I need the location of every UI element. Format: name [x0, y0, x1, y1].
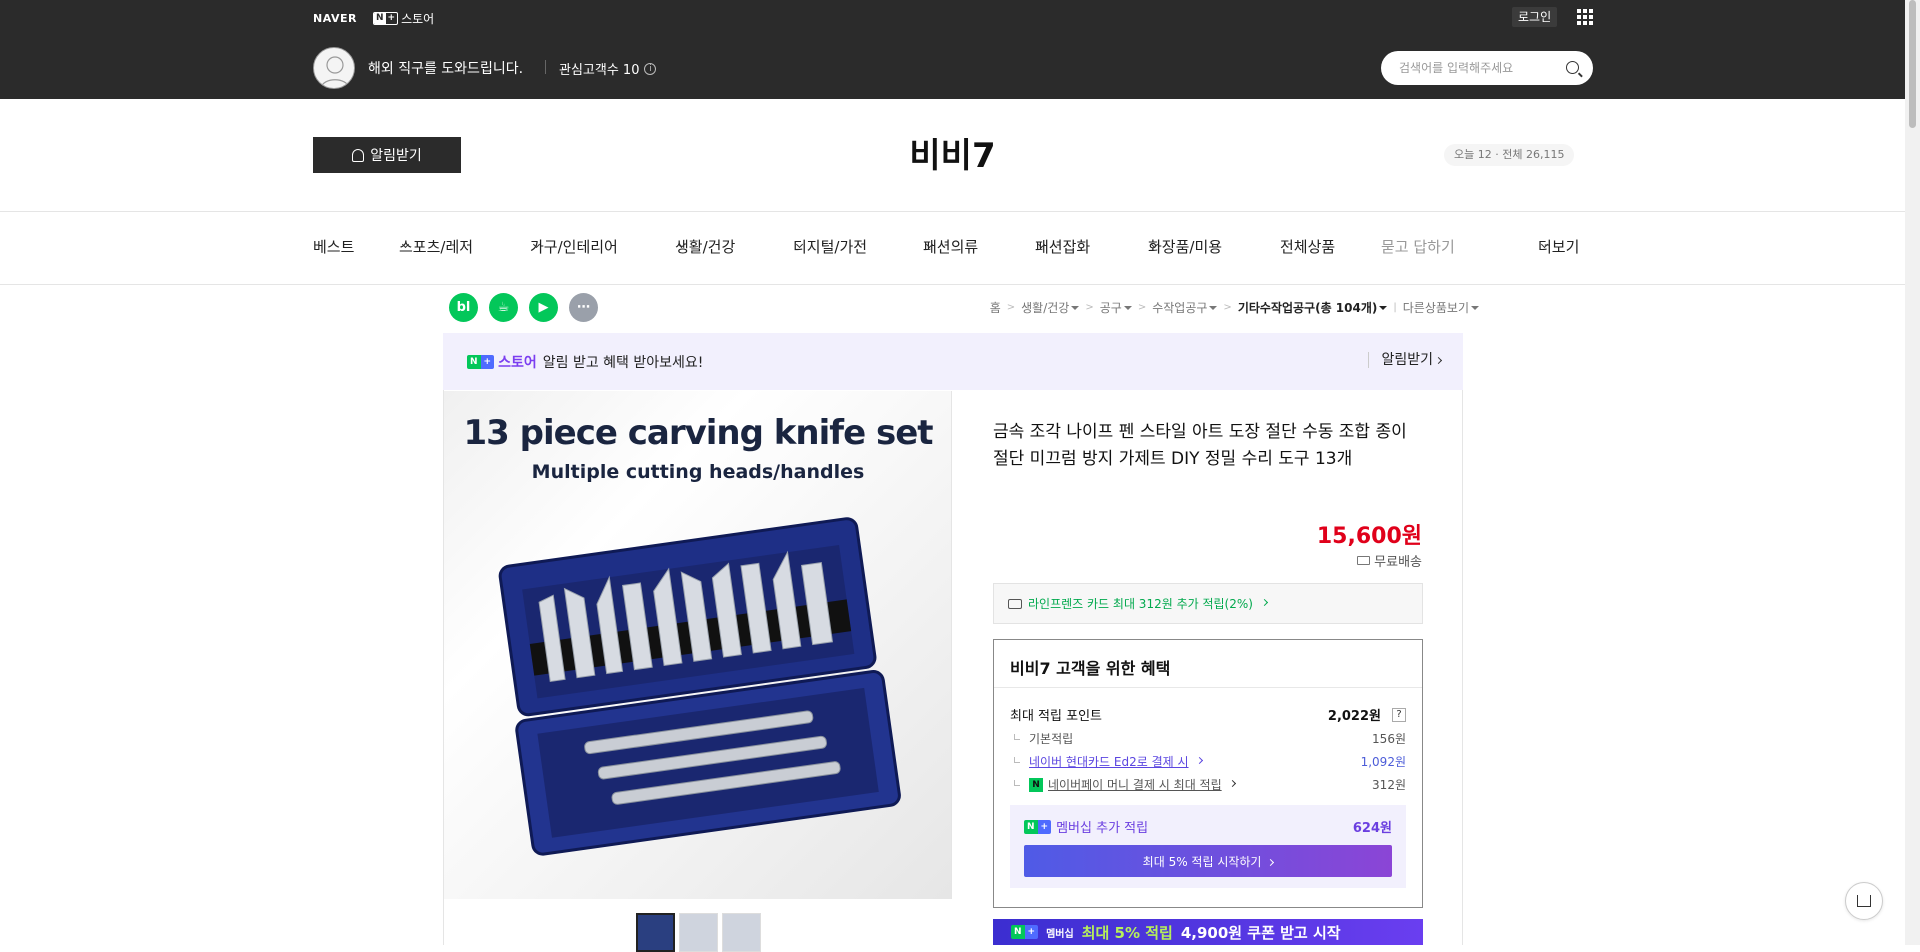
nav-item-living[interactable]: 생활/건강	[675, 236, 735, 256]
top-bar: NAVER N + 스토어 로그인 해외 직구를 도와드립니다. 관심고객수 10…	[0, 0, 1905, 99]
divider	[545, 60, 546, 74]
membership-section: N + 멤버십 추가 적립 624원 최대 5% 적립 시작하기	[1010, 805, 1406, 888]
store-alert-banner: N + 스토어 알림 받고 혜택 받아보세요! 알림받기	[443, 333, 1463, 390]
cafe-icon[interactable]: ☕	[489, 293, 518, 322]
product-price: 15,600원	[1316, 524, 1422, 549]
login-button[interactable]: 로그인	[1512, 7, 1558, 27]
help-icon[interactable]: ?	[1392, 707, 1406, 722]
scrollbar[interactable]	[1905, 0, 1920, 945]
visit-counter: 오늘 12 · 전체 26,115	[1444, 144, 1575, 166]
basic-points-row: 기본적립 156원	[1010, 730, 1406, 747]
info-icon[interactable]: i	[644, 62, 657, 75]
card-link[interactable]: 네이버 현대카드 Ed2로 결제 시	[1029, 753, 1189, 770]
banner-store-label: 스토어	[498, 354, 537, 371]
search-icon[interactable]	[1566, 61, 1579, 74]
nav-item-qna[interactable]: 묻고 답하기	[1381, 236, 1455, 257]
other-products-link[interactable]: 다른상품보기	[1403, 299, 1479, 316]
product-main-image[interactable]: 13 piece carving knife set Multiple cutt…	[444, 391, 952, 899]
nav-item-fashion-clothes[interactable]: 패션의류	[923, 236, 978, 256]
nplus-badge-icon: N +	[1024, 819, 1052, 834]
share-icon	[1857, 895, 1871, 907]
scrollbar-thumb[interactable]	[1909, 0, 1916, 128]
caret-down-icon	[1123, 306, 1132, 310]
store-avatar[interactable]	[313, 47, 355, 89]
truck-icon	[1357, 556, 1371, 565]
npay-icon: N	[1029, 777, 1043, 792]
more-icon[interactable]: ⋯	[569, 293, 598, 322]
header-divider	[0, 211, 1905, 212]
thumbnail[interactable]	[636, 913, 675, 952]
nav-item-sports[interactable]: 스포츠/레저	[399, 236, 473, 256]
knife-case-illustration	[498, 517, 901, 856]
chevron-right-icon	[1228, 779, 1236, 788]
apps-grid-icon[interactable]	[1577, 9, 1593, 25]
search-input[interactable]	[1399, 59, 1559, 77]
card-promo[interactable]: 라인프렌즈 카드 최대 312원 추가 적립(2%)	[993, 583, 1423, 624]
caret-down-icon	[1471, 306, 1479, 310]
share-button[interactable]	[1845, 882, 1883, 920]
followers-count: 관심고객수 10 i	[559, 59, 657, 78]
caret-down-icon	[1379, 306, 1388, 310]
brand-row: NAVER N + 스토어	[313, 10, 434, 27]
store-name[interactable]: 비비7	[0, 128, 1905, 177]
nav-divider	[0, 284, 1905, 285]
nav-item-more[interactable]: 더보기	[1538, 236, 1579, 256]
breadcrumb-item[interactable]: 생활/건강	[1021, 299, 1080, 316]
card-points-row: 네이버 현대카드 Ed2로 결제 시 1,092원	[1010, 753, 1406, 770]
breadcrumb-home[interactable]: 홈	[990, 299, 1001, 316]
talk-icon[interactable]: ▶	[529, 293, 558, 322]
search-box	[1381, 51, 1593, 85]
store-label: 스토어	[401, 12, 435, 26]
membership-start-button[interactable]: 최대 5% 적립 시작하기	[1024, 845, 1392, 877]
banner-alert-link[interactable]: 알림받기	[1368, 352, 1443, 368]
thumbnail[interactable]	[679, 913, 718, 952]
nplus-badge-icon: N +	[372, 12, 399, 25]
pay-points-row: N 네이버페이 머니 결제 시 최대 적립 312원	[1010, 776, 1406, 793]
nav-item-furniture[interactable]: 가구/인테리어	[530, 236, 618, 256]
product-title: 금속 조각 나이프 펜 스타일 아트 도장 절단 수동 조합 종이 절단 미끄럼…	[993, 422, 1407, 469]
chevron-right-icon	[1434, 356, 1443, 365]
thumbnail-strip	[636, 913, 761, 952]
nav-item-all[interactable]: 전체상품	[1280, 236, 1335, 257]
nplus-badge-icon: N +	[467, 354, 495, 369]
max-points-row: 최대 적립 포인트 2,022원?	[1010, 705, 1406, 724]
store-tagline: 해외 직구를 도와드립니다.	[368, 61, 524, 77]
naver-plus-store-logo[interactable]: N + 스토어	[372, 10, 435, 27]
banner-text: 알림 받고 혜택 받아보세요!	[542, 354, 704, 371]
membership-coupon-banner[interactable]: N + 멤버십 최대 5% 적립 4,900원 쿠폰 받고 시작	[993, 919, 1423, 945]
breadcrumb-item[interactable]: 공구	[1100, 299, 1132, 316]
credit-card-icon	[1008, 598, 1022, 609]
breadcrumb: 홈 > 생활/건강 > 공구 > 수작업공구 > 기타수작업공구(총 104개)…	[990, 299, 1479, 316]
nav-item-digital[interactable]: 디지털/가전	[793, 236, 867, 256]
blog-icon[interactable]: bl	[449, 293, 478, 322]
breadcrumb-current[interactable]: 기타수작업공구(총 104개)	[1238, 299, 1388, 316]
caret-down-icon	[1071, 306, 1080, 310]
benefit-title: 비비7 고객을 위한 혜택	[1010, 659, 1171, 678]
nplus-badge-icon: N +	[1011, 925, 1039, 939]
caret-down-icon	[1209, 306, 1218, 310]
breadcrumb-item[interactable]: 수작업공구	[1152, 299, 1218, 316]
chevron-right-icon	[1195, 756, 1203, 765]
nav-item-best[interactable]: 베스트	[313, 236, 354, 257]
shipping-info: 무료배송	[1357, 551, 1422, 570]
benefit-box: 비비7 고객을 위한 혜택 최대 적립 포인트 2,022원? 기본적립 156…	[993, 639, 1423, 908]
nav-item-beauty[interactable]: 화장품/미용	[1148, 236, 1222, 256]
chevron-right-icon	[1260, 598, 1268, 607]
thumbnail[interactable]	[722, 913, 761, 952]
naver-logo[interactable]: NAVER	[313, 12, 357, 25]
nav-item-fashion-goods[interactable]: 패션잡화	[1035, 236, 1090, 256]
pay-link[interactable]: 네이버페이 머니 결제 시 최대 적립	[1048, 776, 1222, 793]
